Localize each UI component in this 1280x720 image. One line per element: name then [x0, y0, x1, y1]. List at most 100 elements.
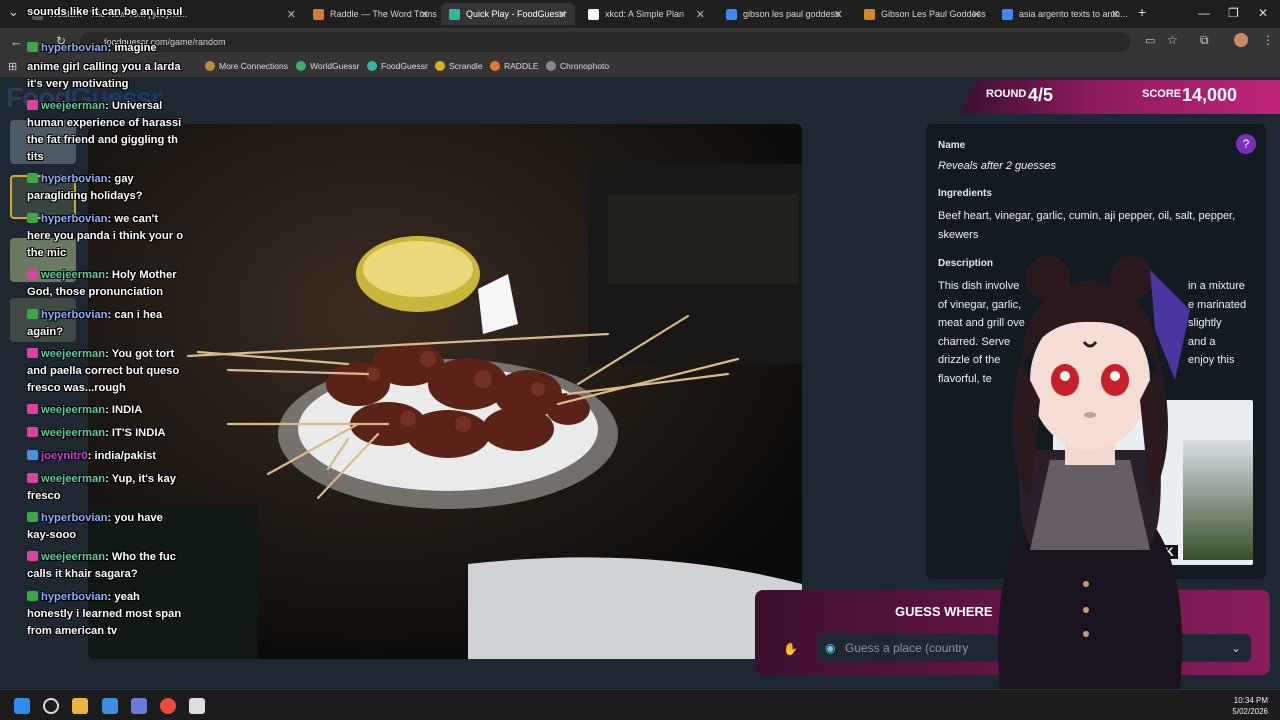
bookmark-3[interactable]: Scrandle — [435, 61, 483, 71]
help-button[interactable]: ? — [1236, 134, 1256, 154]
bookmark-icon — [205, 61, 215, 71]
avatar-art — [998, 256, 1190, 690]
chat-username[interactable]: weejeerman — [41, 427, 105, 439]
chat-username[interactable]: hyperbovian — [41, 213, 108, 225]
app-icon[interactable] — [189, 698, 205, 714]
chat-username[interactable]: weejeerman — [41, 473, 105, 485]
clock-time: 10:34 PM — [1233, 696, 1268, 705]
close-tab-icon[interactable]: ✕ — [972, 8, 981, 21]
start-icon[interactable] — [14, 698, 30, 714]
chat-text: honestly i learned most span — [27, 608, 182, 620]
obs-icon[interactable] — [43, 698, 59, 714]
chat-username[interactable]: weejeerman — [41, 100, 105, 112]
badge-icon — [27, 591, 38, 601]
taskbar: 10:34 PM 5/02/2026 — [0, 689, 1280, 720]
badge-icon — [27, 173, 38, 183]
bookmark-icon — [296, 61, 306, 71]
bookmark-icon — [367, 61, 377, 71]
chat-username[interactable]: joeynitr0 — [41, 450, 88, 462]
chat-text: Yup, it's kay — [111, 473, 176, 485]
chat-username[interactable]: hyperbovian — [41, 309, 108, 321]
bookmark-5[interactable]: Chronophoto — [546, 61, 609, 71]
close-tab-icon[interactable]: ✕ — [696, 8, 705, 21]
bookmark-0[interactable]: More Connections — [205, 61, 288, 71]
bookmark-icon — [546, 61, 556, 71]
chat-text: INDIA — [111, 404, 143, 416]
tab-1[interactable]: Raddle — The Word Trans... ✕ — [305, 3, 437, 25]
bookmark-2[interactable]: FoodGuessr — [367, 61, 428, 71]
close-window-icon[interactable]: ✕ — [1258, 6, 1268, 20]
bookmark-1[interactable]: WorldGuessr — [296, 61, 359, 71]
tab-favicon-icon — [313, 8, 324, 20]
bookmark-label: WorldGuessr — [310, 61, 360, 71]
new-tab-button[interactable]: + — [1138, 4, 1146, 20]
bookmark-star-icon[interactable]: ☆ — [1167, 33, 1178, 47]
tab-6[interactable]: asia argento texts to anth... ✕ — [994, 3, 1128, 25]
chat-message: tits — [27, 149, 205, 166]
file-explorer-icon[interactable] — [72, 698, 88, 714]
chat-text: india/pakist — [94, 450, 157, 462]
chat-text: sounds like it can be an insul — [27, 6, 183, 18]
chat-username[interactable]: hyperbovian — [41, 512, 108, 524]
tab-label: Gibson Les Paul Goddess — [881, 9, 986, 19]
chat-message: hyperbovian: yeah — [27, 589, 205, 606]
bookmark-label: More Connections — [219, 61, 288, 71]
chat-message: it's very motivating — [27, 76, 205, 93]
chevron-down-icon[interactable]: ⌄ — [1231, 634, 1241, 662]
chat-message: honestly i learned most span — [27, 606, 205, 623]
tab-favicon-icon — [588, 8, 599, 20]
tab-2[interactable]: Quick Play - FoodGuessr ✕ — [441, 3, 575, 25]
close-tab-icon[interactable]: ✕ — [834, 8, 843, 21]
chat-text: paragliding holidays? — [27, 190, 143, 202]
cast-icon[interactable]: ▭ — [1145, 34, 1155, 47]
chat-text: God, those pronunciation — [27, 286, 164, 298]
close-tab-icon[interactable]: ✕ — [1111, 8, 1120, 21]
close-tab-icon[interactable]: ✕ — [287, 8, 296, 21]
badge-icon — [27, 512, 38, 522]
chat-message: again? — [27, 324, 205, 341]
chat-username[interactable]: hyperbovian — [41, 173, 108, 185]
chat-message: and paella correct but queso — [27, 363, 205, 380]
chat-message: here you panda i think your o — [27, 228, 205, 245]
chat-message: sounds like it can be an insul — [27, 4, 205, 21]
chat-username[interactable]: hyperbovian — [41, 591, 108, 603]
chat-username[interactable]: hyperbovian — [41, 42, 108, 54]
chat-message: the mic — [27, 245, 205, 262]
chat-message: from american tv — [27, 623, 205, 640]
tab-5[interactable]: Gibson Les Paul Goddess ✕ — [856, 3, 989, 25]
thumbs-up-icon[interactable]: ✋ — [783, 642, 798, 656]
extensions-icon[interactable]: ⧉ — [1200, 33, 1209, 48]
chat-username[interactable]: weejeerman — [41, 348, 105, 360]
url-field[interactable]: foodguessr.com/game/random — [80, 32, 1130, 52]
badge-icon — [27, 473, 38, 483]
chat-username[interactable]: weejeerman — [41, 269, 105, 281]
chat-username[interactable]: weejeerman — [41, 551, 105, 563]
badge-icon — [27, 450, 38, 460]
close-tab-icon[interactable]: ✕ — [558, 8, 567, 21]
clock: 10:34 PM 5/02/2026 — [1232, 695, 1268, 717]
badge-icon — [27, 404, 38, 414]
tab-3[interactable]: xkcd: A Simple Plan ✕ — [580, 3, 713, 25]
close-tab-icon[interactable]: ✕ — [420, 8, 429, 21]
minimize-icon[interactable]: — — [1198, 6, 1210, 20]
chat-message: paragliding holidays? — [27, 188, 205, 205]
chat-text: fresco was...rough — [27, 382, 126, 394]
vtube-studio-icon[interactable] — [131, 698, 147, 714]
chat-separator: : — [105, 427, 112, 439]
stream-chat: sounds like it can be an insul hyperbovia… — [10, 0, 205, 650]
chat-message: weejeerman: IT'S INDIA — [27, 425, 205, 442]
bookmark-4[interactable]: RADDLE — [490, 61, 538, 71]
menu-icon[interactable]: ⋮ — [1262, 33, 1274, 47]
profile-avatar[interactable] — [1234, 33, 1248, 47]
restore-icon[interactable]: ❐ — [1228, 6, 1239, 20]
chat-text: the fat friend and giggling th — [27, 134, 179, 146]
badge-icon — [27, 427, 38, 437]
badge-icon — [27, 348, 38, 358]
chat-username[interactable]: weejeerman — [41, 404, 105, 416]
photos-icon[interactable] — [102, 698, 118, 714]
chat-separator: : — [105, 269, 112, 281]
chat-separator: : — [105, 551, 112, 563]
chat-message: fresco was...rough — [27, 380, 205, 397]
tab-4[interactable]: gibson les paul goddess ✕ — [718, 3, 851, 25]
chrome-icon[interactable] — [160, 698, 176, 714]
